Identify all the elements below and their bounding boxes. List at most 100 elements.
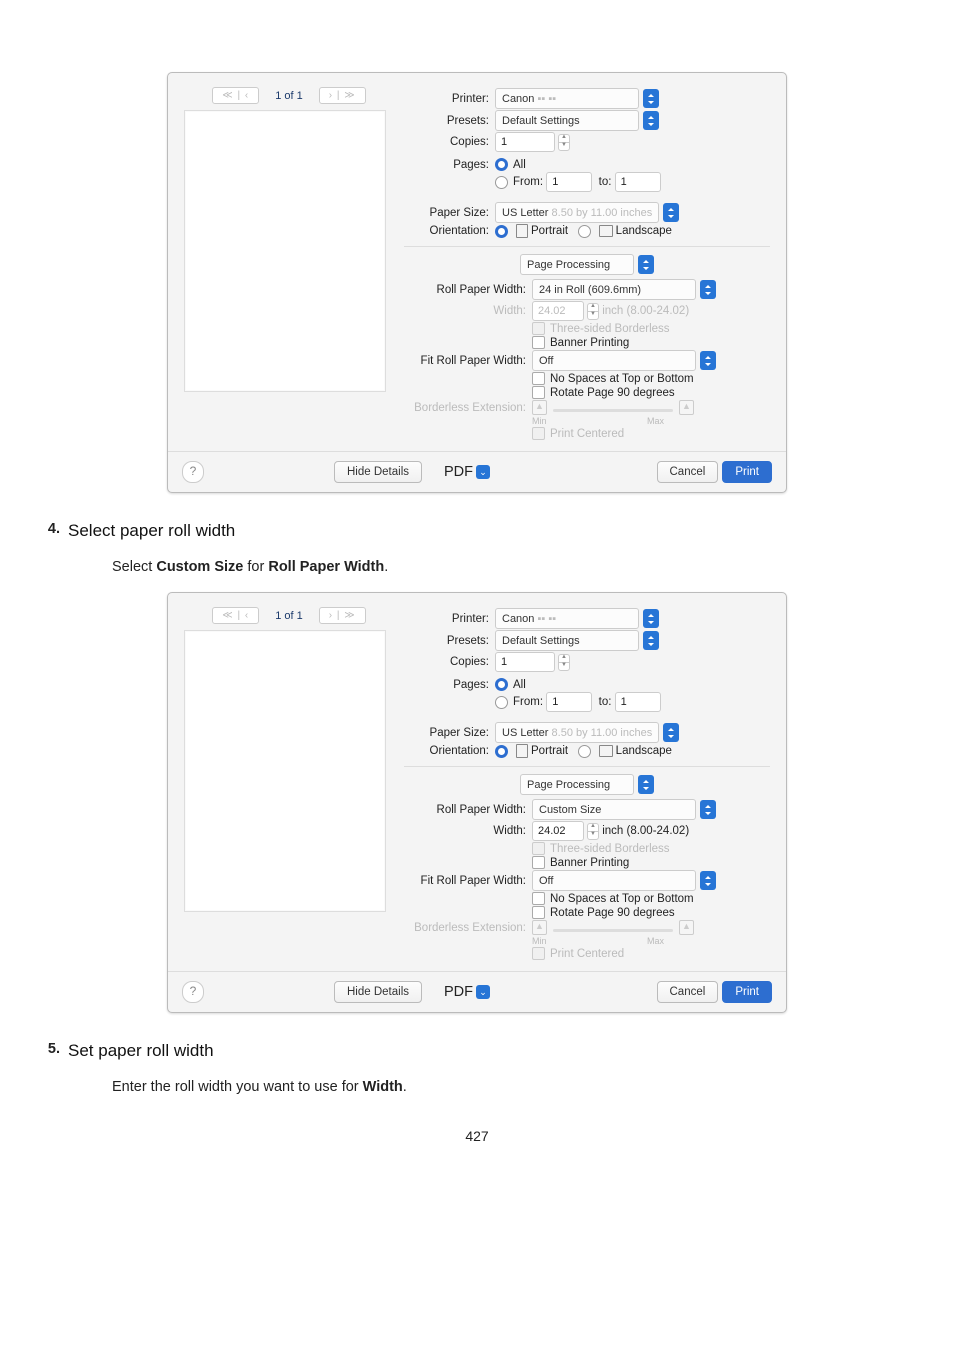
next-page-button[interactable]: › | ≫ — [319, 87, 366, 104]
roll-paper-width-select[interactable]: Custom Size — [532, 799, 696, 820]
portrait-radio[interactable] — [495, 225, 508, 238]
copies-label: Copies: — [404, 656, 489, 668]
banner-checkbox[interactable] — [532, 336, 545, 349]
printer-select[interactable]: Canon ▪▪ ▪▪ — [495, 88, 639, 109]
print-button[interactable]: Print — [722, 461, 772, 483]
portrait-radio[interactable] — [495, 745, 508, 758]
cancel-button[interactable]: Cancel — [657, 461, 719, 483]
paper-size-label: Paper Size: — [404, 207, 489, 219]
width-stepper[interactable]: ▲▼ — [587, 823, 599, 840]
orientation-label: Orientation: — [404, 225, 489, 237]
to-input[interactable]: 1 — [615, 692, 661, 712]
help-button[interactable]: ? — [182, 461, 204, 483]
print-dialog-figure-1: ≪ | ‹ 1 of 1 › | ≫ Printer: Canon ▪▪ ▪▪ … — [167, 72, 787, 493]
width-input[interactable]: 24.02 — [532, 821, 584, 841]
to-input[interactable]: 1 — [615, 172, 661, 192]
no-spaces-label: No Spaces at Top or Bottom — [550, 893, 694, 905]
landscape-radio[interactable] — [578, 225, 591, 238]
roll-paper-width-select[interactable]: 24 in Roll (609.6mm) — [532, 279, 696, 300]
step-title: Select paper roll width — [68, 521, 235, 541]
no-spaces-label: No Spaces at Top or Bottom — [550, 373, 694, 385]
section-select[interactable]: Page Processing — [520, 254, 634, 275]
width-label: Width: — [404, 305, 526, 317]
hide-details-button[interactable]: Hide Details — [334, 461, 422, 483]
presets-label: Presets: — [404, 635, 489, 647]
pages-label: Pages: — [404, 679, 489, 691]
dropdown-icon — [638, 255, 654, 274]
page-indicator: 1 of 1 — [275, 610, 303, 622]
width-unit: inch (8.00-24.02) — [602, 825, 689, 837]
print-centered-checkbox — [532, 947, 545, 960]
pages-all-label: All — [513, 159, 526, 171]
roll-paper-width-label: Roll Paper Width: — [404, 804, 526, 816]
dropdown-icon — [700, 351, 716, 370]
fit-roll-width-select[interactable]: Off — [532, 350, 696, 371]
print-dialog-figure-2: ≪ | ‹ 1 of 1 › | ≫ Printer: Canon ▪▪ ▪▪ … — [167, 592, 787, 1013]
dropdown-icon — [700, 800, 716, 819]
from-label: From: — [513, 176, 543, 188]
from-input[interactable]: 1 — [546, 692, 592, 712]
landscape-icon — [599, 225, 613, 237]
help-button[interactable]: ? — [182, 981, 204, 1003]
portrait-icon — [516, 224, 528, 238]
copies-input[interactable]: 1 — [495, 652, 555, 672]
landscape-label: Landscape — [616, 225, 672, 237]
banner-checkbox[interactable] — [532, 856, 545, 869]
next-page-button[interactable]: › | ≫ — [319, 607, 366, 624]
prev-page-button[interactable]: ≪ | ‹ — [212, 607, 259, 624]
section-select[interactable]: Page Processing — [520, 774, 634, 795]
prev-page-button[interactable]: ≪ | ‹ — [212, 87, 259, 104]
slider-min: Min — [532, 416, 547, 426]
copies-stepper[interactable]: ▲▼ — [558, 654, 570, 671]
step-number: 5. — [40, 1041, 60, 1061]
three-sided-checkbox — [532, 322, 545, 335]
chevron-down-icon: ⌄ — [476, 465, 490, 479]
fit-roll-width-label: Fit Roll Paper Width: — [404, 875, 526, 887]
print-button[interactable]: Print — [722, 981, 772, 1003]
dropdown-icon — [663, 203, 679, 222]
pages-range-radio[interactable] — [495, 176, 508, 189]
pdf-menu[interactable]: PDF⌄ — [444, 984, 490, 1000]
page-preview — [184, 630, 386, 912]
copies-stepper[interactable]: ▲▼ — [558, 134, 570, 151]
banner-label: Banner Printing — [550, 857, 629, 869]
page-number: 427 — [40, 1128, 914, 1144]
fit-roll-width-label: Fit Roll Paper Width: — [404, 355, 526, 367]
presets-select[interactable]: Default Settings — [495, 630, 639, 651]
roll-paper-width-label: Roll Paper Width: — [404, 284, 526, 296]
cancel-button[interactable]: Cancel — [657, 981, 719, 1003]
print-centered-label: Print Centered — [550, 948, 624, 960]
pages-all-radio[interactable] — [495, 678, 508, 691]
slider-handle-icon: ▲ — [679, 400, 694, 415]
width-input[interactable]: 24.02 — [532, 301, 584, 321]
landscape-radio[interactable] — [578, 745, 591, 758]
paper-size-select[interactable]: US Letter 8.50 by 11.00 inches — [495, 722, 659, 743]
borderless-ext-label: Borderless Extension: — [404, 402, 526, 414]
dropdown-icon — [643, 631, 659, 650]
width-stepper[interactable]: ▲▼ — [587, 303, 599, 320]
dropdown-icon — [643, 89, 659, 108]
presets-select[interactable]: Default Settings — [495, 110, 639, 131]
rotate-label: Rotate Page 90 degrees — [550, 907, 675, 919]
presets-label: Presets: — [404, 115, 489, 127]
from-input[interactable]: 1 — [546, 172, 592, 192]
printer-select[interactable]: Canon ▪▪ ▪▪ — [495, 608, 639, 629]
rotate-checkbox[interactable] — [532, 386, 545, 399]
printer-label: Printer: — [404, 613, 489, 625]
hide-details-button[interactable]: Hide Details — [334, 981, 422, 1003]
pages-all-radio[interactable] — [495, 158, 508, 171]
portrait-label: Portrait — [531, 225, 568, 237]
to-label: to: — [599, 176, 612, 188]
print-centered-label: Print Centered — [550, 428, 624, 440]
portrait-label: Portrait — [531, 745, 568, 757]
no-spaces-checkbox[interactable] — [532, 372, 545, 385]
fit-roll-width-select[interactable]: Off — [532, 870, 696, 891]
slider-handle-icon: ▲ — [679, 920, 694, 935]
paper-size-select[interactable]: US Letter 8.50 by 11.00 inches — [495, 202, 659, 223]
pdf-menu[interactable]: PDF⌄ — [444, 464, 490, 480]
copies-input[interactable]: 1 — [495, 132, 555, 152]
no-spaces-checkbox[interactable] — [532, 892, 545, 905]
rotate-checkbox[interactable] — [532, 906, 545, 919]
pages-range-radio[interactable] — [495, 696, 508, 709]
pages-label: Pages: — [404, 159, 489, 171]
